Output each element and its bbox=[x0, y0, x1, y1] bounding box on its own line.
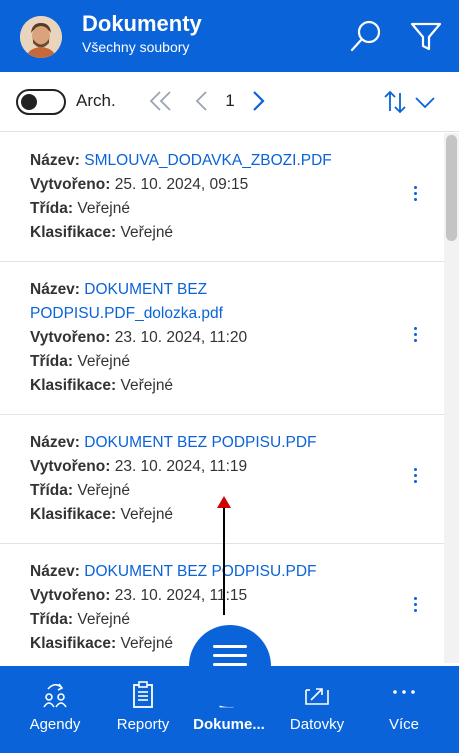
doc-name-link[interactable]: DOKUMENT BEZ PODPISU.PDF bbox=[84, 563, 316, 580]
agenda-icon bbox=[41, 680, 69, 710]
app-header: Dokumenty Všechny soubory bbox=[0, 0, 459, 72]
doc-created-value: 23. 10. 2024, 11:19 bbox=[114, 458, 248, 475]
field-label: Třída: bbox=[30, 200, 74, 217]
doc-created-row: Vytvořeno: 25. 10. 2024, 09:15 bbox=[30, 173, 385, 197]
more-vertical-icon[interactable] bbox=[405, 181, 425, 205]
scrollbar-thumb[interactable] bbox=[446, 135, 457, 241]
doc-name-link[interactable]: DOKUMENT BEZ PODPISU.PDF bbox=[84, 434, 316, 451]
doc-created-value: 23. 10. 2024, 11:15 bbox=[114, 587, 248, 604]
chevron-down-icon[interactable] bbox=[414, 92, 436, 112]
nav-item-vice[interactable]: Více bbox=[372, 666, 436, 753]
avatar[interactable] bbox=[20, 16, 62, 58]
doc-class-value: Veřejné bbox=[77, 200, 130, 217]
doc-name-row: Název: DOKUMENT BEZ PODPISU.PDF bbox=[30, 560, 385, 584]
scrollbar[interactable] bbox=[444, 133, 459, 663]
annotation-arrow-line bbox=[223, 505, 225, 615]
menu-icon-bar bbox=[213, 663, 247, 666]
doc-class-row: Třída: Veřejné bbox=[30, 479, 385, 503]
chevron-right-icon[interactable] bbox=[250, 86, 268, 116]
clipboard-icon bbox=[129, 680, 157, 710]
field-label: Vytvořeno: bbox=[30, 329, 111, 346]
doc-classification-row: Klasifikace: Veřejné bbox=[30, 221, 385, 245]
list-item[interactable]: Název: SMLOUVA_DODAVKA_ZBOZI.PDF Vytvoře… bbox=[0, 133, 445, 262]
archive-toggle[interactable] bbox=[16, 89, 66, 115]
doc-class-row: Třída: Veřejné bbox=[30, 197, 385, 221]
field-label: Název: bbox=[30, 281, 80, 298]
field-label: Klasifikace: bbox=[30, 377, 117, 394]
doc-class-row: Třída: Veřejné bbox=[30, 608, 385, 632]
filter-icon[interactable] bbox=[408, 18, 444, 54]
doc-classification-row: Klasifikace: Veřejné bbox=[30, 374, 385, 398]
menu-icon bbox=[213, 645, 247, 648]
page-title: Dokumenty bbox=[82, 11, 202, 36]
doc-name-row-continued: PODPISU.PDF_dolozka.pdf bbox=[30, 302, 385, 326]
menu-icon-bar bbox=[213, 654, 247, 657]
doc-created-value: 23. 10. 2024, 11:20 bbox=[114, 329, 248, 346]
field-label: Vytvořeno: bbox=[30, 176, 111, 193]
doc-classification-value: Veřejné bbox=[120, 506, 174, 523]
doc-name-link[interactable]: SMLOUVA_DODAVKA_ZBOZI.PDF bbox=[84, 152, 331, 169]
toggle-knob bbox=[21, 94, 37, 110]
doc-classification-value: Veřejné bbox=[120, 224, 174, 241]
header-titles: Dokumenty Všechny soubory bbox=[82, 10, 202, 56]
nav-item-datovky[interactable]: Datovky bbox=[280, 666, 354, 753]
chevron-left-icon[interactable] bbox=[192, 86, 210, 116]
nav-label: Reporty bbox=[116, 716, 170, 733]
doc-name-link[interactable]: DOKUMENT BEZ bbox=[84, 281, 207, 298]
field-label: Třída: bbox=[30, 482, 74, 499]
field-label: Klasifikace: bbox=[30, 506, 117, 523]
doc-class-value: Veřejné bbox=[77, 611, 130, 628]
doc-name-row: Název: DOKUMENT BEZ PODPISU.PDF bbox=[30, 431, 385, 455]
sort-icon[interactable] bbox=[382, 89, 408, 115]
doc-name-row: Název: DOKUMENT BEZ bbox=[30, 278, 385, 302]
doc-class-value: Veřejné bbox=[77, 482, 130, 499]
archive-label: Arch. bbox=[76, 91, 116, 110]
databox-icon bbox=[303, 680, 331, 710]
more-vertical-icon[interactable] bbox=[405, 322, 425, 346]
nav-item-reporty[interactable]: Reporty bbox=[108, 666, 178, 753]
page-subtitle: Všechny soubory bbox=[82, 39, 190, 55]
list-toolbar: Arch. 1 bbox=[0, 72, 459, 132]
doc-created-value: 25. 10. 2024, 09:15 bbox=[114, 176, 249, 193]
doc-created-row: Vytvořeno: 23. 10. 2024, 11:19 bbox=[30, 455, 385, 479]
doc-classification-value: Veřejné bbox=[120, 635, 174, 652]
menu-fab-button[interactable] bbox=[189, 625, 271, 707]
more-vertical-icon[interactable] bbox=[405, 592, 425, 616]
more-icon bbox=[390, 680, 418, 710]
field-label: Třída: bbox=[30, 353, 74, 370]
field-label: Klasifikace: bbox=[30, 635, 117, 652]
search-icon[interactable] bbox=[348, 18, 384, 54]
field-label: Klasifikace: bbox=[30, 224, 117, 241]
nav-label: Agendy bbox=[29, 716, 81, 733]
doc-created-row: Vytvořeno: 23. 10. 2024, 11:15 bbox=[30, 584, 385, 608]
doc-class-row: Třída: Veřejné bbox=[30, 350, 385, 374]
doc-class-value: Veřejné bbox=[77, 353, 130, 370]
field-label: Název: bbox=[30, 563, 80, 580]
annotation-arrow-head bbox=[217, 496, 231, 508]
field-label: Název: bbox=[30, 152, 80, 169]
nav-label: Dokume... bbox=[193, 716, 265, 733]
list-item[interactable]: Název: DOKUMENT BEZ PODPISU.PDF_dolozka.… bbox=[0, 262, 445, 415]
field-label: Třída: bbox=[30, 611, 74, 628]
more-vertical-icon[interactable] bbox=[405, 463, 425, 487]
page-number: 1 bbox=[225, 91, 235, 110]
doc-classification-value: Veřejné bbox=[120, 377, 174, 394]
field-label: Vytvořeno: bbox=[30, 458, 111, 475]
doc-name-row: Název: SMLOUVA_DODAVKA_ZBOZI.PDF bbox=[30, 149, 385, 173]
field-label: Název: bbox=[30, 434, 80, 451]
doc-classification-row: Klasifikace: Veřejné bbox=[30, 503, 385, 527]
double-chevron-left-icon[interactable] bbox=[148, 86, 174, 116]
doc-created-row: Vytvořeno: 23. 10. 2024, 11:20 bbox=[30, 326, 385, 350]
nav-label: Více bbox=[388, 716, 419, 733]
nav-label: Datovky bbox=[289, 716, 345, 733]
field-label: Vytvořeno: bbox=[30, 587, 111, 604]
doc-name-link[interactable]: PODPISU.PDF_dolozka.pdf bbox=[30, 305, 223, 322]
nav-item-agendy[interactable]: Agendy bbox=[22, 666, 88, 753]
